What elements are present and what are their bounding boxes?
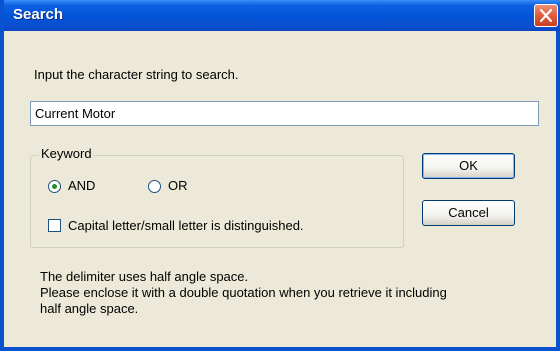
case-sensitive-checkbox[interactable] (48, 219, 61, 232)
or-radio[interactable] (148, 180, 161, 193)
radio-selected-dot (52, 184, 57, 189)
and-radio[interactable] (48, 180, 61, 193)
close-icon (540, 9, 552, 22)
note-line: Please enclose it with a double quotatio… (40, 285, 447, 300)
search-input[interactable] (30, 101, 539, 126)
note-line: The delimiter uses half angle space. (40, 269, 249, 284)
note-line: half angle space. (40, 301, 139, 316)
delimiter-note: The delimiter uses half angle space. Ple… (40, 269, 540, 317)
close-button[interactable] (534, 4, 558, 27)
keyword-group (30, 155, 404, 248)
and-radio-label[interactable]: AND (68, 178, 95, 193)
title-bar[interactable]: Search (4, 0, 560, 31)
case-sensitive-label[interactable]: Capital letter/small letter is distingui… (68, 218, 304, 233)
ok-button[interactable]: OK (422, 153, 515, 179)
cancel-button[interactable]: Cancel (422, 200, 515, 226)
or-radio-label[interactable]: OR (168, 178, 188, 193)
search-prompt-label: Input the character string to search. (34, 67, 239, 82)
keyword-legend: Keyword (39, 146, 94, 161)
window-title: Search (13, 6, 64, 23)
